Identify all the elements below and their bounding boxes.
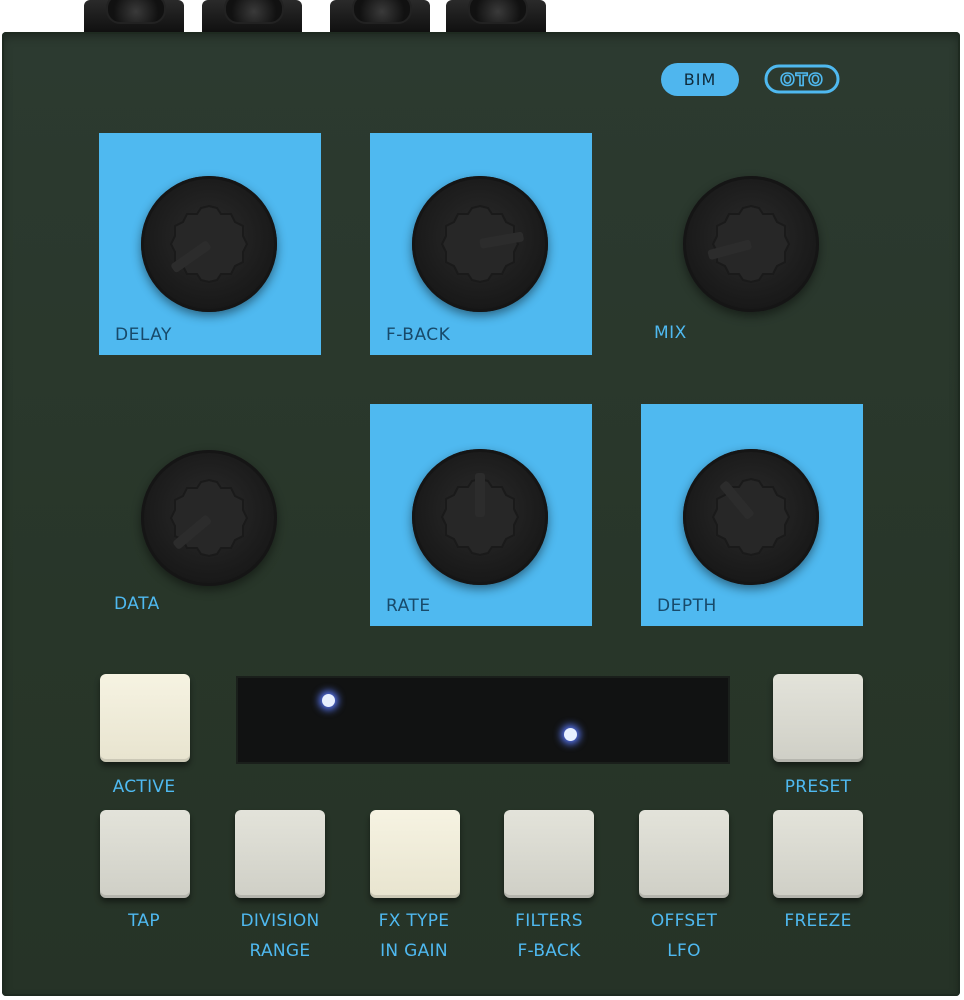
- input-jack-1: [84, 0, 184, 36]
- mix-label: MIX: [654, 323, 687, 343]
- filters-button[interactable]: [504, 810, 594, 898]
- output-jack-1: [330, 0, 430, 36]
- division-button[interactable]: [235, 810, 325, 898]
- fback-knob[interactable]: [412, 176, 548, 312]
- data-label: DATA: [114, 594, 160, 614]
- freeze-button[interactable]: [773, 810, 863, 898]
- mix-knob[interactable]: [683, 176, 819, 312]
- fx-type-button[interactable]: [370, 810, 460, 898]
- lfo-sublabel: LFO: [667, 941, 701, 961]
- oto-logo: OTO: [764, 64, 840, 94]
- tap-button[interactable]: [100, 810, 190, 898]
- depth-knob[interactable]: [683, 449, 819, 585]
- depth-label: DEPTH: [657, 596, 717, 616]
- input-jack-2: [202, 0, 302, 36]
- bim-badge: BIM: [661, 63, 739, 96]
- fback-label: F-BACK: [386, 325, 451, 345]
- freeze-label: FREEZE: [784, 911, 852, 931]
- display-led-2: [564, 728, 577, 741]
- data-knob[interactable]: [141, 450, 277, 586]
- led-display: [236, 676, 730, 764]
- display-led-1: [322, 694, 335, 707]
- active-button[interactable]: [100, 674, 190, 762]
- offset-button[interactable]: [639, 810, 729, 898]
- preset-button[interactable]: [773, 674, 863, 762]
- logo-text: OTO: [780, 71, 824, 91]
- delay-label: DELAY: [115, 325, 172, 345]
- rate-knob[interactable]: [412, 449, 548, 585]
- delay-knob[interactable]: [141, 176, 277, 312]
- rate-label: RATE: [386, 596, 431, 616]
- preset-label: PRESET: [784, 777, 852, 797]
- bim-pedal-stage: BIM OTO DELAY F-BACK MIX DATA RATE DEPTH…: [0, 0, 964, 1000]
- active-label: ACTIVE: [112, 777, 176, 797]
- output-jack-2: [446, 0, 546, 36]
